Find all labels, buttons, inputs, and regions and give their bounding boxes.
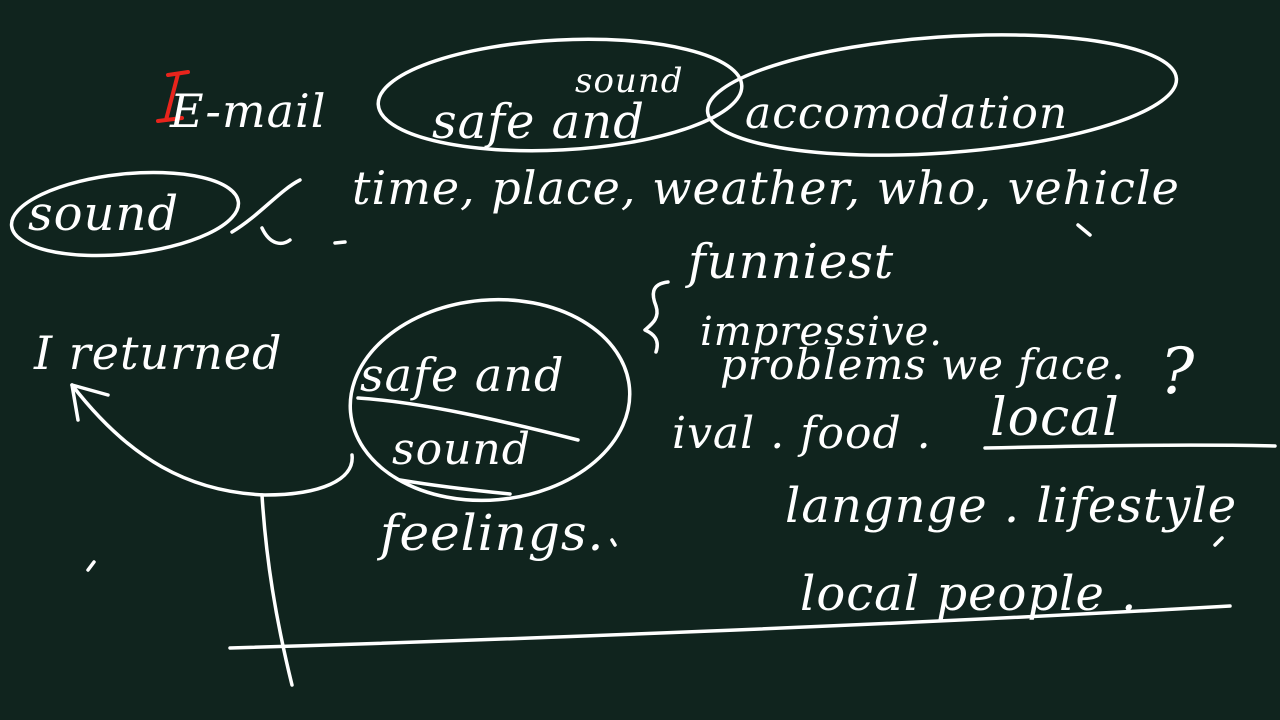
text-language-lifestyle: langnge . lifestyle: [785, 478, 1238, 534]
text-sound: sound: [28, 186, 180, 242]
vertical-stem: [260, 493, 294, 687]
arrow-curve: [70, 383, 354, 497]
text-accomodation: accomodation: [745, 88, 1069, 139]
text-list: time, place, weather, who, vehicle: [352, 161, 1180, 215]
text-local: local: [990, 388, 1120, 448]
text-left-sound: sound: [392, 424, 531, 475]
text-local-people: local people .: [800, 566, 1138, 622]
text-feelings: feelings.: [380, 504, 605, 562]
blackboard: E-mail sound safe and accomodation sound…: [0, 0, 1280, 720]
text-funniest: funniest: [688, 234, 895, 290]
text-sound-small: sound: [575, 61, 684, 101]
text-problems: problems we face.: [720, 340, 1126, 389]
text-left-safe-and: safe and: [360, 348, 565, 402]
text-i-returned: I returned: [34, 326, 283, 380]
text-question-mark: ?: [1160, 335, 1196, 409]
text-email: E-mail: [170, 84, 327, 138]
curly-brace: [643, 280, 670, 354]
text-safe-and: safe and: [432, 94, 645, 150]
text-festival-food: ival . food .: [672, 408, 932, 459]
scribble-mark: [230, 178, 347, 246]
